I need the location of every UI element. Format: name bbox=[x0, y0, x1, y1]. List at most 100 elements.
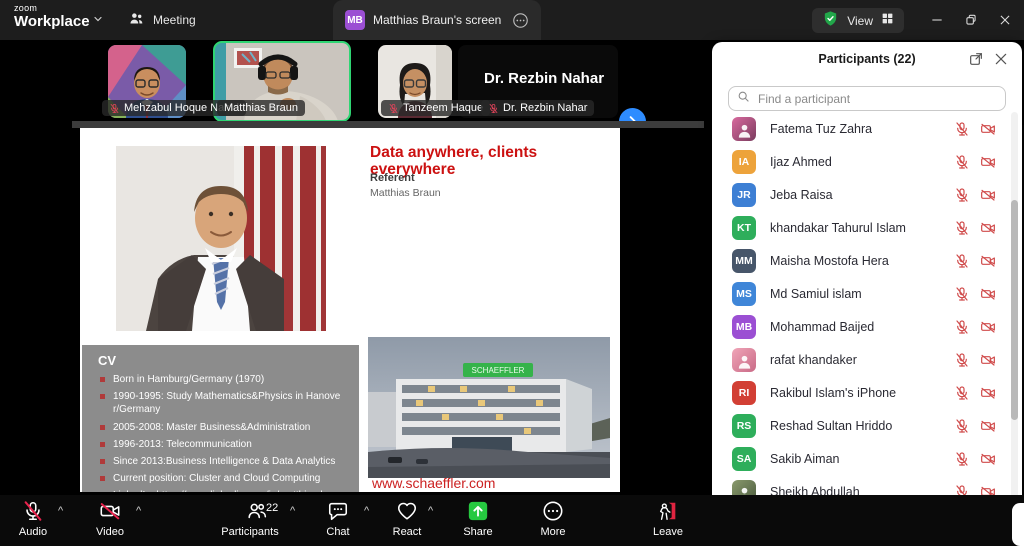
search-icon bbox=[737, 90, 750, 108]
presentation-slide: CV Born in Hamburg/Germany (1970) 1990-1… bbox=[80, 128, 620, 492]
share-screen-icon bbox=[467, 499, 489, 523]
muted-mic-icon[interactable] bbox=[954, 385, 970, 401]
audio-options-caret[interactable]: ^ bbox=[58, 505, 63, 517]
cv-item: Since 2013:Business Intelligence & Data … bbox=[98, 455, 345, 468]
close-button[interactable] bbox=[988, 0, 1022, 40]
leave-door-icon bbox=[657, 499, 679, 523]
participant-row[interactable]: MM Maisha Mostofa Hera bbox=[712, 244, 1022, 277]
muted-mic-icon bbox=[388, 103, 399, 114]
participant-avatar bbox=[732, 117, 756, 141]
video-off-icon[interactable] bbox=[980, 187, 996, 203]
share-button[interactable]: Share bbox=[440, 499, 516, 538]
video-off-icon[interactable] bbox=[980, 352, 996, 368]
participant-avatar bbox=[732, 348, 756, 372]
video-off-icon[interactable] bbox=[980, 286, 996, 302]
participants-button[interactable]: 22 Participants bbox=[212, 499, 288, 538]
audio-label: Audio bbox=[19, 526, 47, 538]
view-button[interactable]: View bbox=[812, 8, 904, 33]
more-ellipsis-icon bbox=[542, 499, 564, 523]
muted-mic-icon[interactable] bbox=[954, 451, 970, 467]
pop-out-icon[interactable] bbox=[968, 51, 984, 67]
referent-name: Matthias Braun bbox=[370, 187, 441, 199]
chat-label: Chat bbox=[326, 526, 349, 538]
muted-mic-icon[interactable] bbox=[954, 220, 970, 236]
name-label-tanzeem: Tanzeem Haque bbox=[381, 100, 490, 116]
participant-row[interactable]: RI Rakibul Islam's iPhone bbox=[712, 376, 1022, 409]
video-off-icon[interactable] bbox=[980, 418, 996, 434]
video-off-icon[interactable] bbox=[980, 451, 996, 467]
shared-screen-stage: CV Born in Hamburg/Germany (1970) 1990-1… bbox=[0, 125, 712, 495]
side-panel-edge bbox=[1012, 503, 1024, 546]
shared-window-top-edge bbox=[72, 121, 704, 128]
muted-mic-icon[interactable] bbox=[954, 253, 970, 269]
react-options-caret[interactable]: ^ bbox=[428, 505, 433, 517]
view-button-label: View bbox=[847, 14, 873, 28]
cv-item: LinkedIn: https://www.linkedin.com/in/ma… bbox=[98, 489, 345, 492]
close-panel-icon[interactable] bbox=[993, 51, 1009, 67]
website-url: www.schaeffler.com bbox=[372, 475, 495, 491]
leave-button[interactable]: Leave bbox=[630, 499, 706, 538]
video-off-icon[interactable] bbox=[980, 121, 996, 137]
more-button[interactable]: More bbox=[515, 499, 591, 538]
react-button[interactable]: React bbox=[369, 499, 445, 538]
participant-row[interactable]: MS Md Samiul islam bbox=[712, 277, 1022, 310]
participant-row[interactable]: RS Reshad Sultan Hriddo bbox=[712, 409, 1022, 442]
muted-mic-icon[interactable] bbox=[954, 121, 970, 137]
logo-zoom: zoom bbox=[14, 4, 90, 13]
participant-avatar: MB bbox=[732, 315, 756, 339]
react-label: React bbox=[393, 526, 422, 538]
participant-row[interactable]: KT khandakar Tahurul Islam bbox=[712, 211, 1022, 244]
chevron-down-icon[interactable] bbox=[92, 13, 104, 25]
video-off-icon[interactable] bbox=[980, 253, 996, 269]
cv-item: 1990-1995: Study Mathematics&Physics in … bbox=[98, 390, 345, 416]
participant-display-name: Dr. Rezbin Nahar bbox=[484, 70, 604, 87]
video-options-caret[interactable]: ^ bbox=[136, 505, 141, 517]
title-bar: zoom Workplace Meeting MB Matthias Braun… bbox=[0, 0, 1024, 40]
video-off-icon bbox=[98, 499, 122, 523]
tab-meeting[interactable]: Meeting bbox=[128, 0, 196, 40]
muted-mic-icon[interactable] bbox=[954, 319, 970, 335]
panel-title: Participants (22) bbox=[818, 52, 915, 66]
muted-mic-icon bbox=[488, 103, 499, 114]
participants-panel: Participants (22) Fatema Tuz Zahra IA Ij… bbox=[712, 42, 1022, 532]
muted-mic-icon[interactable] bbox=[954, 187, 970, 203]
participant-search-input[interactable] bbox=[756, 91, 997, 107]
tab-shared-screen[interactable]: MB Matthias Braun's screen bbox=[333, 0, 541, 40]
video-off-icon[interactable] bbox=[980, 220, 996, 236]
video-label: Video bbox=[96, 526, 124, 538]
name-label-matthias: Matthias Braun bbox=[217, 100, 305, 116]
chat-icon bbox=[327, 499, 349, 523]
muted-mic-icon[interactable] bbox=[954, 418, 970, 434]
more-label: More bbox=[540, 526, 565, 538]
cv-item: Born in Hamburg/Germany (1970) bbox=[98, 373, 345, 386]
participant-row[interactable]: SA Sakib Aiman bbox=[712, 442, 1022, 475]
heart-icon bbox=[396, 499, 418, 523]
zoom-workplace-logo: zoom Workplace bbox=[14, 4, 90, 29]
muted-mic-icon[interactable] bbox=[954, 286, 970, 302]
participant-row[interactable]: MB Mohammad Baijed bbox=[712, 310, 1022, 343]
participant-row[interactable]: Fatema Tuz Zahra bbox=[712, 112, 1022, 145]
video-off-icon[interactable] bbox=[980, 319, 996, 335]
participant-row[interactable]: IA Ijaz Ahmed bbox=[712, 145, 1022, 178]
scrollbar-thumb[interactable] bbox=[1011, 200, 1018, 420]
cv-item: 2005-2008: Master Business&Administratio… bbox=[98, 421, 345, 434]
view-grid-icon bbox=[881, 12, 894, 30]
participant-name: rafat khandaker bbox=[770, 353, 857, 367]
participants-options-caret[interactable]: ^ bbox=[290, 505, 295, 517]
muted-mic-icon[interactable] bbox=[954, 352, 970, 368]
participant-row[interactable]: rafat khandaker bbox=[712, 343, 1022, 376]
minimize-button[interactable] bbox=[920, 0, 954, 40]
participant-name: Sakib Aiman bbox=[770, 452, 839, 466]
cv-list: Born in Hamburg/Germany (1970) 1990-1995… bbox=[98, 373, 345, 492]
participant-row[interactable]: JR Jeba Raisa bbox=[712, 178, 1022, 211]
muted-mic-icon[interactable] bbox=[954, 154, 970, 170]
ellipsis-circle-icon[interactable] bbox=[512, 12, 529, 29]
schaeffler-building-photo: SCHAEFFLER bbox=[368, 337, 610, 478]
restore-button[interactable] bbox=[954, 0, 988, 40]
leave-label: Leave bbox=[653, 526, 683, 538]
tab-meeting-label: Meeting bbox=[153, 13, 196, 27]
video-off-icon[interactable] bbox=[980, 154, 996, 170]
video-off-icon[interactable] bbox=[980, 385, 996, 401]
participant-avatar: RS bbox=[732, 414, 756, 438]
cv-item: 1996-2013: Telecommunication bbox=[98, 438, 345, 451]
